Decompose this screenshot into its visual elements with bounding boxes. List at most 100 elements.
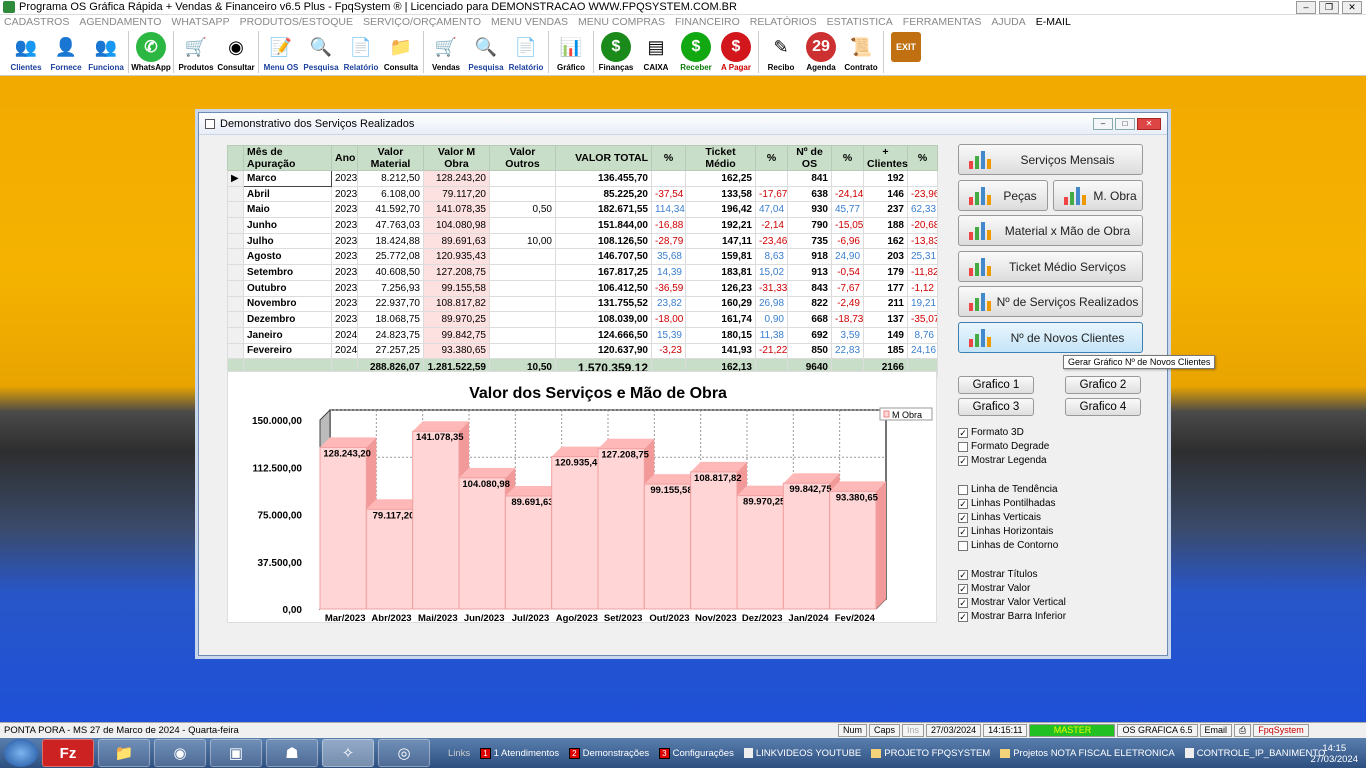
toolbar-folder-button[interactable]: 📁 Consulta bbox=[381, 29, 421, 73]
dialog-maximize-button[interactable]: □ bbox=[1115, 118, 1135, 130]
menu-item-3[interactable]: PRODUTOS/ESTOQUE bbox=[240, 16, 353, 28]
menu-item-0[interactable]: CADASTROS bbox=[4, 16, 69, 28]
grafico3-button[interactable]: Grafico 3 bbox=[958, 398, 1034, 416]
menu-item-6[interactable]: MENU COMPRAS bbox=[578, 16, 665, 28]
toolbar-report-os-button[interactable]: 📄 Relatório bbox=[341, 29, 381, 73]
column-header[interactable]: Mês de Apuração bbox=[243, 145, 332, 171]
column-header[interactable]: Valor Outros bbox=[489, 145, 556, 171]
menu-item-10[interactable]: FERRAMENTAS bbox=[903, 16, 982, 28]
taskbar-link[interactable]: 2 Demonstrações bbox=[569, 747, 649, 759]
taskbar-fpqsystem-icon[interactable]: ✧ bbox=[322, 739, 374, 767]
toolbar-report-sales-button[interactable]: 📄 Relatório bbox=[506, 29, 546, 73]
email-button[interactable]: Email bbox=[1199, 724, 1233, 737]
toolbar-chart-button[interactable]: 📊 Gráfico bbox=[551, 29, 591, 73]
column-header[interactable]: Ano bbox=[331, 145, 358, 171]
menu-item-11[interactable]: AJUDA bbox=[991, 16, 1025, 28]
close-button[interactable]: ✕ bbox=[1342, 1, 1362, 14]
system-clock[interactable]: 14:15 27/03/2024 bbox=[1310, 743, 1358, 765]
pecas-button[interactable]: Peças bbox=[958, 180, 1048, 211]
table-row[interactable]: ▶ Marco 2023 8.212,50 128.243,20 136.455,70 16… bbox=[227, 170, 938, 187]
column-header[interactable]: Nº de OS bbox=[787, 145, 832, 171]
table-row[interactable]: Fevereiro 2024 27.257,25 93.380,65 120.637,9… bbox=[227, 342, 938, 360]
toolbar-search-sales-button[interactable]: 🔍 Pesquisa bbox=[466, 29, 506, 73]
grafico4-button[interactable]: Grafico 4 bbox=[1065, 398, 1141, 416]
taskbar-link[interactable]: CONTROLE_IP_BANIMENTO bbox=[1184, 748, 1325, 759]
taskbar-chrome-icon[interactable]: ◉ bbox=[154, 739, 206, 767]
menu-item-5[interactable]: MENU VENDAS bbox=[491, 16, 568, 28]
dialog-minimize-button[interactable]: – bbox=[1093, 118, 1113, 130]
menu-item-7[interactable]: FINANCEIRO bbox=[675, 16, 740, 28]
taskbar-app-icon[interactable]: ▣ bbox=[210, 739, 262, 767]
option-checkbox[interactable]: ✓ Mostrar Valor bbox=[958, 582, 1030, 595]
table-row[interactable]: Agosto 2023 25.772,08 120.935,43 146.707,50 3… bbox=[227, 248, 938, 266]
column-header[interactable]: Valor Material bbox=[357, 145, 424, 171]
novos-clientes-button[interactable]: Nº de Novos Clientes bbox=[958, 322, 1143, 353]
servicos-mensais-button[interactable]: Serviços Mensais bbox=[958, 144, 1143, 175]
bar[interactable] bbox=[736, 495, 784, 610]
option-checkbox[interactable]: ✓ Linhas Pontilhadas bbox=[958, 497, 1056, 510]
toolbar-whatsapp-button[interactable]: ✆ WhatsApp bbox=[131, 29, 171, 72]
grafico2-button[interactable]: Grafico 2 bbox=[1065, 376, 1141, 394]
dialog-close-button[interactable]: ✕ bbox=[1137, 118, 1161, 130]
column-header[interactable]: Ticket Médio bbox=[685, 145, 756, 171]
bar[interactable] bbox=[504, 495, 553, 610]
option-checkbox[interactable]: Linhas de Contorno bbox=[958, 539, 1058, 552]
taskbar-app2-icon[interactable]: ☗ bbox=[266, 739, 318, 767]
toolbar-employees-button[interactable]: 👥 Funciona bbox=[86, 29, 126, 73]
taskbar-explorer-icon[interactable]: 📁 bbox=[98, 739, 150, 767]
table-row[interactable]: Junho 2023 47.763,03 104.080,98 151.844,00 -1… bbox=[227, 217, 938, 234]
toolbar-sales-cart-button[interactable]: 🛒 Vendas bbox=[426, 29, 466, 73]
toolbar-calendar-button[interactable]: 29 Agenda bbox=[801, 29, 841, 72]
taskbar-app3-icon[interactable]: ◎ bbox=[378, 739, 430, 767]
table-row[interactable]: Novembro 2023 22.937,70 108.817,82 131.755,5… bbox=[227, 295, 938, 313]
bar[interactable] bbox=[782, 482, 831, 610]
toolbar-products-button[interactable]: 🛒 Produtos bbox=[176, 29, 216, 73]
table-row[interactable]: Outubro 2023 7.256,93 99.155,58 106.412,50 -3… bbox=[227, 279, 938, 297]
toolbar-search-os-button[interactable]: 🔍 Pesquisa bbox=[301, 29, 341, 73]
option-checkbox[interactable]: ✓ Formato 3D bbox=[958, 426, 1024, 439]
option-checkbox[interactable]: ✓ Mostrar Barra Inferior bbox=[958, 610, 1066, 623]
ticket-medio-button[interactable]: Ticket Médio Serviços bbox=[958, 251, 1143, 282]
column-header[interactable]: % bbox=[755, 145, 788, 171]
toolbar-pay-button[interactable]: $ A Pagar bbox=[716, 29, 756, 72]
option-checkbox[interactable]: Linha de Tendência bbox=[958, 483, 1058, 496]
column-header[interactable]: % bbox=[831, 145, 864, 171]
table-row[interactable]: Dezembro 2023 18.068,75 89.970,25 108.039,00… bbox=[227, 311, 938, 328]
toolbar-consult-button[interactable]: ◉ Consultar bbox=[216, 29, 256, 73]
table-row[interactable]: Julho 2023 18.424,88 89.691,63 10,00 108.126,… bbox=[227, 232, 938, 250]
toolbar-exit-button[interactable]: EXIT bbox=[886, 29, 926, 63]
menu-item-1[interactable]: AGENDAMENTO bbox=[79, 16, 161, 28]
toolbar-supplier-button[interactable]: 👤 Fornece bbox=[46, 29, 86, 73]
bar[interactable] bbox=[551, 456, 599, 610]
material-x-mao-obra-button[interactable]: Material x Mão de Obra bbox=[958, 215, 1143, 246]
start-button[interactable] bbox=[4, 739, 38, 767]
bar[interactable] bbox=[458, 477, 506, 610]
toolbar-contract-button[interactable]: 📜 Contrato bbox=[841, 29, 881, 73]
option-checkbox[interactable]: ✓ Mostrar Títulos bbox=[958, 568, 1038, 581]
column-header[interactable]: VALOR TOTAL bbox=[555, 145, 652, 171]
option-checkbox[interactable]: ✓ Linhas Horizontais bbox=[958, 525, 1053, 538]
bar[interactable] bbox=[365, 508, 414, 610]
toolbar-receipt-button[interactable]: ✎ Recibo bbox=[761, 29, 801, 73]
menu-item-2[interactable]: WHATSAPP bbox=[171, 16, 229, 28]
option-checkbox[interactable]: ✓ Mostrar Valor Vertical bbox=[958, 596, 1066, 609]
table-row[interactable]: Maio 2023 41.592,70 141.078,35 0,50 182.671,5… bbox=[227, 201, 938, 219]
bar[interactable] bbox=[319, 446, 367, 610]
taskbar-link[interactable]: 3 Configurações bbox=[659, 747, 734, 759]
toolbar-clients-button[interactable]: 👥 Clientes bbox=[6, 29, 46, 73]
table-row[interactable]: Janeiro 2024 24.823,75 99.842,75 124.666,50 1… bbox=[227, 326, 938, 344]
mao-obra-button[interactable]: M. Obra bbox=[1053, 180, 1143, 211]
column-header[interactable]: % bbox=[907, 145, 938, 171]
column-header[interactable]: Valor M Obra bbox=[423, 145, 490, 171]
n-servicos-button[interactable]: Nº de Serviços Realizados bbox=[958, 286, 1143, 317]
bar[interactable] bbox=[829, 490, 877, 610]
toolbar-cash-button[interactable]: ▤ CAIXA bbox=[636, 29, 676, 73]
column-header[interactable]: + Clientes bbox=[863, 145, 908, 171]
printer-icon[interactable]: ⎙ bbox=[1234, 724, 1252, 737]
taskbar-link[interactable]: Projetos NOTA FISCAL ELETRONICA bbox=[1000, 748, 1175, 759]
option-checkbox[interactable]: Formato Degrade bbox=[958, 440, 1049, 453]
taskbar-link[interactable]: PROJETO FPQSYSTEM bbox=[871, 748, 990, 759]
grafico1-button[interactable]: Grafico 1 bbox=[958, 376, 1034, 394]
taskbar-filezilla-icon[interactable]: Fz bbox=[42, 739, 94, 767]
table-row[interactable]: Setembro 2023 40.608,50 127.208,75 167.817,2… bbox=[227, 264, 938, 281]
